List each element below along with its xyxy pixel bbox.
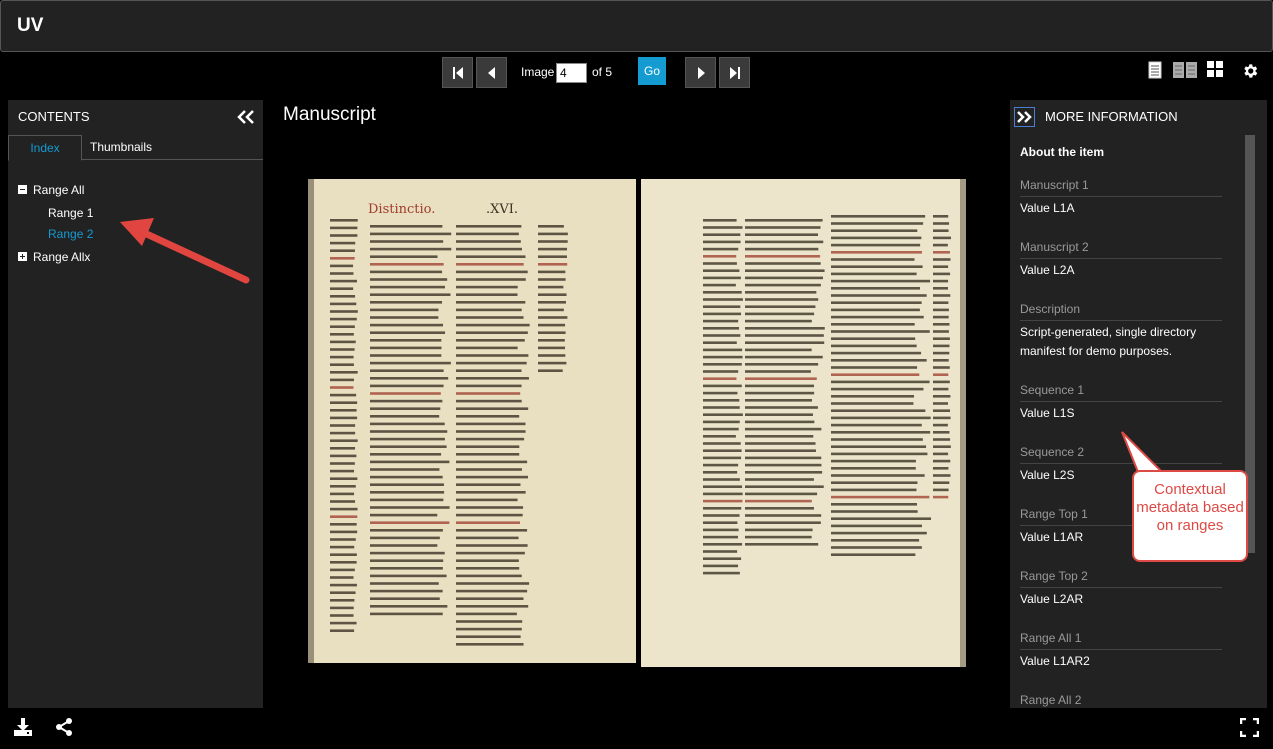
- metadata-value: Value L2AR: [1020, 592, 1084, 606]
- image-number-input[interactable]: [556, 63, 587, 83]
- annotation-arrow-icon: [120, 218, 250, 284]
- metadata-label: Range All 2: [1020, 693, 1082, 707]
- metadata-label: Range All 1: [1020, 631, 1082, 645]
- manuscript-page-left[interactable]: Distinctio. .XVI.: [308, 179, 636, 663]
- metadata-value: Value L1S: [1020, 406, 1075, 420]
- metadata-divider: [1020, 587, 1222, 588]
- pager-toolbar: Image of 5 Go: [0, 57, 1273, 88]
- metadata-label: Description: [1020, 302, 1081, 316]
- two-up-view-icon[interactable]: [1172, 61, 1198, 79]
- metadata-divider: [1020, 196, 1222, 197]
- skip-last-icon: [730, 67, 740, 79]
- metadata-divider: [1020, 320, 1222, 321]
- metadata-divider: [1020, 401, 1222, 402]
- metadata-divider: [1020, 258, 1222, 259]
- metadata-label: Range Top 1: [1020, 507, 1088, 521]
- last-image-button[interactable]: [719, 57, 750, 88]
- fullscreen-icon[interactable]: [1240, 718, 1259, 737]
- metadata-label: Sequence 1: [1020, 383, 1085, 397]
- manuscript-page-image: Distinctio. .XVI.: [308, 179, 568, 663]
- metadata-divider: [1020, 649, 1222, 650]
- chevron-left-icon: [488, 67, 495, 79]
- gallery-view-icon[interactable]: [1207, 61, 1223, 77]
- metadata-label: Manuscript 2: [1020, 240, 1089, 254]
- svg-text:Distinctio.: Distinctio.: [368, 202, 435, 217]
- manuscript-page-right[interactable]: [641, 179, 966, 667]
- tab-index[interactable]: Index: [8, 135, 82, 161]
- next-image-button[interactable]: [685, 57, 716, 88]
- first-image-button[interactable]: [442, 57, 473, 88]
- manuscript-title: Manuscript: [283, 104, 376, 125]
- image-count-label: of 5: [592, 65, 613, 79]
- previous-image-button[interactable]: [476, 57, 507, 88]
- app-title: UV: [17, 15, 44, 36]
- go-button[interactable]: Go: [638, 57, 666, 85]
- metadata-value: Value L2A: [1020, 263, 1075, 277]
- tab-thumbnails[interactable]: Thumbnails: [82, 135, 160, 160]
- metadata-label: Manuscript 1: [1020, 178, 1089, 192]
- tree-item-range-2[interactable]: Range 2: [48, 227, 93, 241]
- image-label: Image: [521, 65, 555, 79]
- annotation-callout: Contextual metadata based on ranges: [1132, 470, 1248, 562]
- metadata-value: Value L1AR2: [1020, 654, 1090, 668]
- contents-tabs: Index Thumbnails: [8, 135, 263, 161]
- about-item-heading: About the item: [1020, 145, 1104, 159]
- collapse-toggle-icon[interactable]: [18, 185, 27, 194]
- metadata-value: Script-generated, single directory manif…: [1020, 325, 1197, 358]
- chevron-right-icon: [698, 67, 705, 79]
- expand-toggle-icon[interactable]: [18, 252, 27, 261]
- collapse-left-icon[interactable]: [237, 110, 255, 124]
- one-up-view-icon[interactable]: [1148, 61, 1162, 79]
- tree-item-range-allx[interactable]: Range Allx: [33, 250, 90, 264]
- skip-first-icon: [453, 67, 463, 79]
- app-header: UV: [0, 0, 1273, 52]
- more-information-header: MORE INFORMATION: [1045, 109, 1178, 124]
- tree-item-range-1[interactable]: Range 1: [48, 206, 93, 220]
- metadata-label: Sequence 2: [1020, 445, 1085, 459]
- metadata-value: Value L1A: [1020, 201, 1075, 215]
- manuscript-page-image: [703, 179, 966, 667]
- contents-header: CONTENTS: [18, 109, 90, 124]
- contents-panel: CONTENTS Index Thumbnails Range All Rang…: [8, 100, 263, 708]
- svg-text:.XVI.: .XVI.: [486, 202, 518, 217]
- more-information-panel: MORE INFORMATION About the item Manuscri…: [1010, 100, 1267, 708]
- share-icon[interactable]: [55, 718, 73, 736]
- download-icon[interactable]: [13, 717, 33, 737]
- tree-item-range-all[interactable]: Range All: [33, 183, 84, 197]
- metadata-label: Range Top 2: [1020, 569, 1088, 583]
- expand-right-icon[interactable]: [1014, 107, 1035, 127]
- gear-icon[interactable]: [1241, 62, 1259, 80]
